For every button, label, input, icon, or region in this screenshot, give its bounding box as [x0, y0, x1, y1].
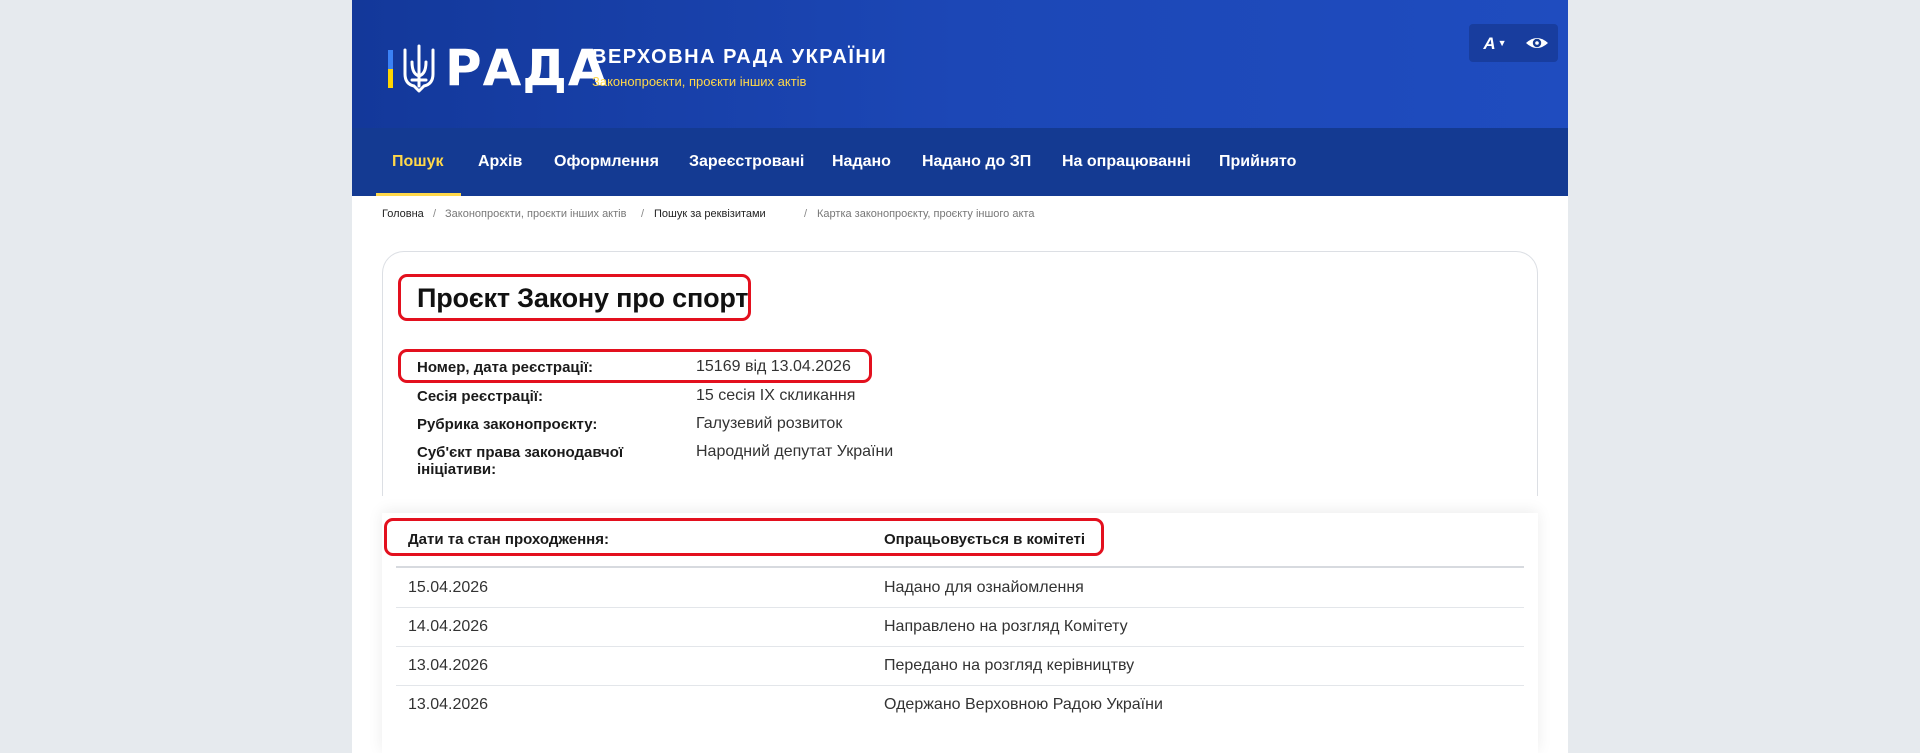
chevron-down-icon: ▼: [1497, 38, 1507, 48]
active-tab-indicator: [376, 193, 461, 196]
accessibility-tools: A ▼: [1469, 24, 1558, 62]
nav-item-archive[interactable]: Архів: [478, 128, 522, 196]
site-subtitle: Законопроєкти, проєкти інших актів: [592, 74, 807, 89]
field-value-rubric: Галузевий розвиток: [696, 415, 843, 432]
nav-item-adopted[interactable]: Прийнято: [1219, 128, 1296, 196]
table-cell-event: Одержано Верховною Радою України: [884, 696, 1163, 713]
field-label-initiator: Суб'єкт права законодавчої ініціативи:: [417, 444, 624, 478]
nav-item-formatting[interactable]: Оформлення: [554, 128, 659, 196]
breadcrumb-bills[interactable]: Законопроєкти, проєкти інших актів: [445, 208, 626, 220]
field-value-session: 15 сесія IX скликання: [696, 387, 856, 404]
table-cell-date: 15.04.2026: [408, 579, 489, 596]
breadcrumb-home[interactable]: Головна: [382, 208, 424, 220]
breadcrumb-separator: /: [804, 208, 808, 220]
nav-item-search[interactable]: Пошук: [392, 128, 444, 196]
field-label-session: Сесія реєстрації:: [417, 388, 543, 405]
nav-item-registered[interactable]: Зареєстровані: [689, 128, 804, 196]
status-header-value: Опрацьовується в комітеті: [884, 531, 1086, 548]
field-label-number-date: Номер, дата реєстрації:: [417, 359, 594, 376]
logo-wordmark[interactable]: РАДА: [445, 40, 608, 96]
breadcrumb-search-by-details[interactable]: Пошук за реквізитами: [654, 208, 766, 220]
breadcrumb-separator: /: [433, 208, 437, 220]
table-cell-event: Надано для ознайомлення: [884, 579, 1084, 596]
table-cell-date: 13.04.2026: [408, 696, 489, 713]
nav-item-in-processing[interactable]: На опрацюванні: [1062, 128, 1191, 196]
table-cell-date: 14.04.2026: [408, 618, 489, 635]
flag-stripe: [388, 50, 393, 88]
status-header-label: Дати та стан проходження:: [408, 531, 609, 548]
font-size-label: A: [1483, 34, 1496, 53]
site-header: РАДА ВЕРХОВНА РАДА УКРАЇНИ Законопроєкти…: [352, 0, 1568, 128]
table-cell-date: 13.04.2026: [408, 657, 489, 674]
font-size-button[interactable]: A ▼: [1475, 30, 1515, 56]
site-title: ВЕРХОВНА РАДА УКРАЇНИ: [592, 46, 888, 68]
table-row-divider: [396, 685, 1524, 686]
table-cell-event: Передано на розгляд керівництву: [884, 657, 1135, 674]
bill-title: Проєкт Закону про спорт: [417, 283, 749, 313]
table-row-divider: [396, 607, 1524, 608]
table-divider: [396, 566, 1524, 568]
field-label-rubric: Рубрика законопроєкту:: [417, 416, 598, 433]
field-value-initiator: Народний депутат України: [696, 443, 894, 460]
eye-icon[interactable]: [1523, 31, 1551, 55]
page: РАДА ВЕРХОВНА РАДА УКРАЇНИ Законопроєкти…: [352, 0, 1568, 753]
breadcrumb-separator: /: [641, 208, 645, 220]
nav-item-provided-to-zp[interactable]: Надано до ЗП: [922, 128, 1031, 196]
main-nav: Пошук Архів Оформлення Зареєстровані Над…: [352, 128, 1568, 196]
nav-item-provided[interactable]: Надано: [832, 128, 891, 196]
trident-icon: [403, 44, 435, 93]
breadcrumb-current: Картка законопроєкту, проєкту іншого акт…: [817, 208, 1035, 220]
table-row-divider: [396, 646, 1524, 647]
table-cell-event: Направлено на розгляд Комітету: [884, 618, 1128, 635]
field-value-number-date: 15169 від 13.04.2026: [696, 358, 851, 375]
